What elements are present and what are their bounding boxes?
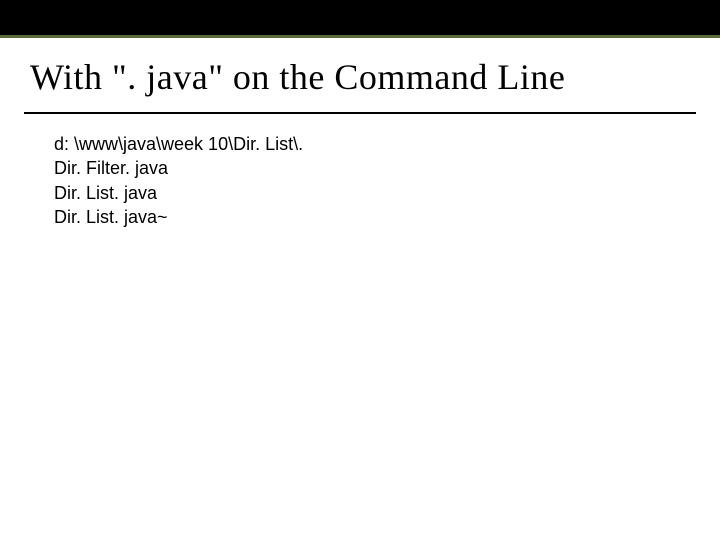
code-line: Dir. List. java	[54, 181, 720, 205]
code-line: Dir. Filter. java	[54, 156, 720, 180]
title-area: With ". java" on the Command Line	[0, 38, 720, 106]
page-title: With ". java" on the Command Line	[30, 56, 690, 98]
code-line: d: \www\java\week 10\Dir. List\.	[54, 132, 720, 156]
code-line: Dir. List. java~	[54, 205, 720, 229]
content-block: d: \www\java\week 10\Dir. List\. Dir. Fi…	[0, 114, 720, 229]
top-decorative-bar	[0, 0, 720, 38]
